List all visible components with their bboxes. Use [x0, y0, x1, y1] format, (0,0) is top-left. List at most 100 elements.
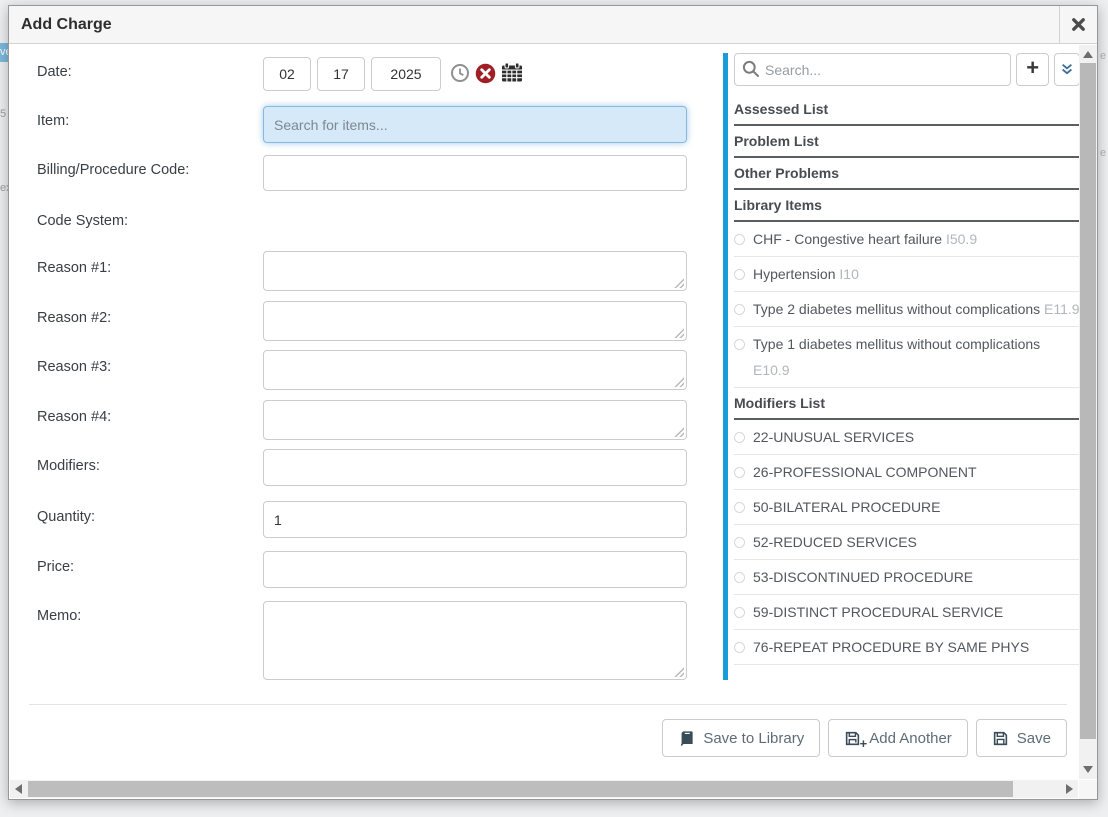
horizontal-scrollbar-thumb[interactable] [28, 781, 1013, 797]
item-search-input[interactable] [263, 106, 687, 143]
modifiers-input[interactable] [263, 449, 687, 486]
panel-section-header: Problem List [734, 126, 1080, 158]
list-item[interactable]: CHF - Congestive heart failure I50.9 [734, 222, 1080, 257]
save-button[interactable]: Save [976, 719, 1067, 757]
billing-code-label: Billing/Procedure Code: [37, 162, 189, 178]
vertical-scrollbar[interactable] [1079, 45, 1097, 779]
radio-circle-icon [734, 304, 745, 315]
clear-date-icon[interactable] [475, 63, 497, 85]
double-chevron-down-icon [1060, 62, 1074, 77]
panel-search-input[interactable] [734, 53, 1011, 86]
list-item-label: 59-DISTINCT PROCEDURAL SERVICE [753, 604, 1003, 620]
resize-grip-icon[interactable] [674, 377, 684, 387]
add-charge-dialog: Add Charge Date: Item: Billing/Procedure… [8, 5, 1098, 800]
radio-circle-icon [734, 572, 745, 583]
reason-2-label: Reason #2: [37, 310, 111, 326]
list-item-code: E10.9 [753, 362, 790, 378]
charge-library-panel: + Assessed List Problem List Other Probl… [723, 53, 1080, 680]
code-system-label: Code System: [37, 213, 128, 229]
panel-section-header: Assessed List [734, 94, 1080, 126]
resize-grip-icon[interactable] [674, 328, 684, 338]
date-label: Date: [37, 64, 72, 80]
save-icon [992, 730, 1009, 747]
radio-circle-icon [734, 467, 745, 478]
price-input[interactable] [263, 551, 687, 588]
date-day-input[interactable] [317, 57, 365, 91]
modifiers-label: Modifiers: [37, 458, 100, 474]
add-another-button[interactable]: + Add Another [828, 719, 968, 757]
background-fragment: e [1100, 147, 1106, 159]
list-item[interactable]: 26-PROFESSIONAL COMPONENT [734, 455, 1080, 490]
list-item[interactable]: 59-DISTINCT PROCEDURAL SERVICE [734, 595, 1080, 630]
radio-circle-icon [734, 607, 745, 618]
time-icon[interactable] [450, 63, 472, 85]
horizontal-scrollbar[interactable] [10, 780, 1078, 798]
date-month-input[interactable] [263, 57, 311, 91]
footer-divider [29, 704, 1067, 705]
reason-4-textarea[interactable] [263, 400, 687, 440]
radio-circle-icon [734, 537, 745, 548]
footer-actions: Save to Library + Add Another Save [662, 719, 1067, 757]
panel-section-header: Modifiers List [734, 388, 1080, 420]
panel-section-header: Other Problems [734, 158, 1080, 190]
radio-circle-icon [734, 432, 745, 443]
list-item-label: 50-BILATERAL PROCEDURE [753, 499, 941, 515]
save-to-library-button[interactable]: Save to Library [662, 719, 820, 757]
resize-grip-icon[interactable] [674, 427, 684, 437]
reason-1-label: Reason #1: [37, 260, 111, 276]
background-fragment: 5 [0, 108, 6, 120]
list-item-code: I10 [839, 266, 858, 282]
scroll-left-arrow-icon[interactable] [15, 784, 22, 794]
scroll-up-arrow-icon[interactable] [1083, 51, 1093, 58]
book-icon [678, 730, 695, 747]
list-item-label: 52-REDUCED SERVICES [753, 534, 917, 550]
resize-grip-icon[interactable] [674, 278, 684, 288]
radio-circle-icon [734, 234, 745, 245]
billing-code-input[interactable] [263, 155, 687, 191]
background-fragment: e [1100, 50, 1106, 62]
add-item-button[interactable]: + [1016, 53, 1049, 86]
list-item-label: 76-REPEAT PROCEDURE BY SAME PHYS [753, 639, 1029, 655]
scroll-down-arrow-icon[interactable] [1083, 766, 1093, 773]
list-item-label: Type 2 diabetes mellitus without complic… [753, 301, 1040, 317]
list-item[interactable]: Type 1 diabetes mellitus without complic… [734, 327, 1080, 388]
list-item[interactable]: 52-REDUCED SERVICES [734, 525, 1080, 560]
reason-2-textarea[interactable] [263, 301, 687, 341]
vertical-scrollbar-thumb[interactable] [1080, 63, 1096, 739]
list-item[interactable]: Type 2 diabetes mellitus without complic… [734, 292, 1080, 327]
reason-4-label: Reason #4: [37, 409, 111, 425]
list-item-label: Type 1 diabetes mellitus without complic… [753, 336, 1040, 352]
list-item[interactable]: 53-DISCONTINUED PROCEDURE [734, 560, 1080, 595]
list-item[interactable]: 50-BILATERAL PROCEDURE [734, 490, 1080, 525]
save-plus-icon: + [844, 730, 861, 747]
close-icon [1071, 17, 1086, 32]
radio-circle-icon [734, 269, 745, 280]
quantity-input[interactable] [263, 501, 687, 538]
add-another-label: Add Another [869, 730, 952, 747]
plus-icon: + [1026, 55, 1039, 81]
list-item-label: 22-UNUSUAL SERVICES [753, 429, 914, 445]
list-item-label: Hypertension [753, 266, 836, 282]
list-item-label: 53-DISCONTINUED PROCEDURE [753, 569, 973, 585]
panel-section-list: Assessed List Problem List Other Problem… [734, 94, 1080, 665]
list-item-label: 26-PROFESSIONAL COMPONENT [753, 464, 977, 480]
radio-circle-icon [734, 502, 745, 513]
resize-grip-icon[interactable] [674, 667, 684, 677]
reason-3-textarea[interactable] [263, 350, 687, 390]
save-label: Save [1017, 730, 1051, 747]
save-to-library-label: Save to Library [703, 730, 804, 747]
reason-3-label: Reason #3: [37, 359, 111, 375]
list-item-code: I50.9 [946, 231, 977, 247]
panel-section-header: Library Items [734, 190, 1080, 222]
dialog-titlebar: Add Charge [9, 6, 1097, 44]
scroll-right-arrow-icon[interactable] [1066, 784, 1073, 794]
reason-1-textarea[interactable] [263, 251, 687, 291]
date-year-input[interactable] [371, 57, 441, 91]
list-item[interactable]: 76-REPEAT PROCEDURE BY SAME PHYS [734, 630, 1080, 665]
memo-textarea[interactable] [263, 601, 687, 680]
list-item[interactable]: 22-UNUSUAL SERVICES [734, 420, 1080, 455]
calendar-icon[interactable] [501, 62, 523, 84]
list-item[interactable]: Hypertension I10 [734, 257, 1080, 292]
collapse-panel-button[interactable] [1054, 53, 1080, 86]
close-button[interactable] [1059, 6, 1097, 43]
